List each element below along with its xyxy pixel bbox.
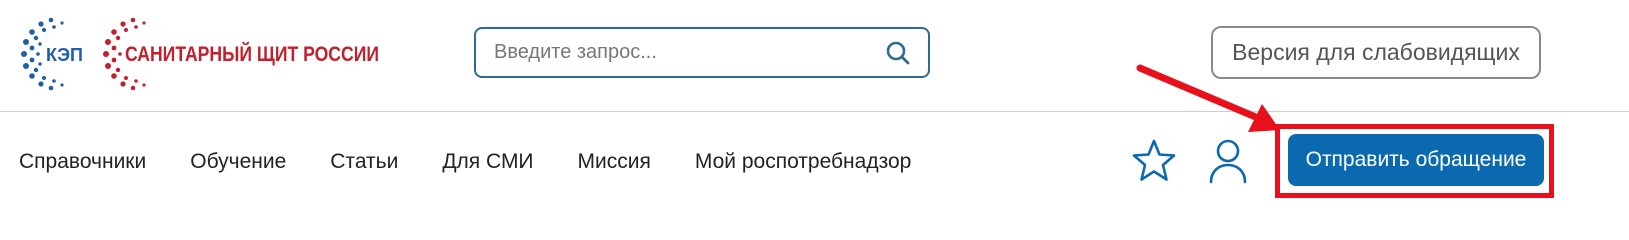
header: КЭП САНИТАРНЫЙ ЩИТ РОССИИ Введите запрос… (0, 0, 1629, 111)
nav-item-training[interactable]: Обучение (190, 150, 286, 174)
search-input[interactable] (476, 29, 878, 76)
nav-item-directories[interactable]: Справочники (19, 150, 146, 174)
main-nav: Справочники Обучение Статьи Для СМИ Мисс… (19, 140, 955, 184)
header-divider (0, 111, 1629, 112)
annotation-arrow-icon (1136, 64, 1280, 132)
nav-item-my-rospotrebnadzor[interactable]: Мой роспотребнадзор (695, 150, 911, 174)
search-icon[interactable] (878, 33, 918, 73)
user-icon[interactable] (1205, 137, 1251, 185)
site-logo[interactable]: КЭП САНИТАРНЫЙ ЩИТ РОССИИ (18, 14, 398, 94)
logo-kep-text: КЭП (46, 45, 83, 65)
star-icon[interactable] (1131, 138, 1177, 184)
logo-graphic: КЭП САНИТАРНЫЙ ЩИТ РОССИИ (21, 17, 379, 91)
nav-item-articles[interactable]: Статьи (330, 150, 398, 174)
nav-item-media[interactable]: Для СМИ (442, 150, 533, 174)
search-box (474, 27, 930, 78)
logo-brand-text: САНИТАРНЫЙ ЩИТ РОССИИ (125, 42, 379, 66)
nav-item-mission[interactable]: Миссия (578, 150, 651, 174)
submit-appeal-button[interactable]: Отправить обращение (1288, 134, 1544, 186)
